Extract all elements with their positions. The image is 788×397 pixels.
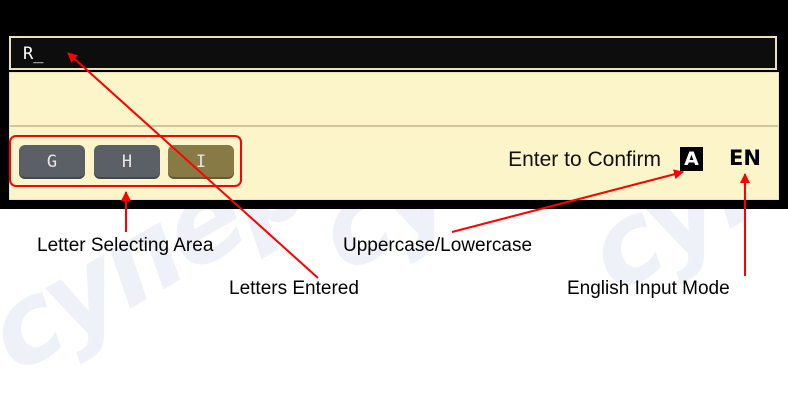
confirm-label: Enter to Confirm (508, 148, 661, 171)
input-mode-indicator[interactable]: EN (729, 146, 761, 170)
case-toggle-icon[interactable]: A (680, 147, 703, 171)
letter-key-h[interactable]: H (94, 145, 160, 179)
input-panel: R_ G H I Enter to Confirm A EN (0, 0, 788, 209)
callout-letter-selecting-area: Letter Selecting Area (37, 235, 214, 256)
callout-english-input-mode: English Input Mode (567, 278, 730, 299)
letter-key-i[interactable]: I (168, 145, 234, 179)
letter-selecting-area: G H I (9, 135, 242, 187)
letter-key-g[interactable]: G (19, 145, 85, 179)
divider (10, 125, 778, 127)
entry-field[interactable]: R_ (9, 36, 777, 70)
callout-letters-entered: Letters Entered (229, 278, 359, 299)
callout-uppercase-lowercase: Uppercase/Lowercase (343, 235, 533, 256)
entry-text: R_ (23, 44, 44, 64)
